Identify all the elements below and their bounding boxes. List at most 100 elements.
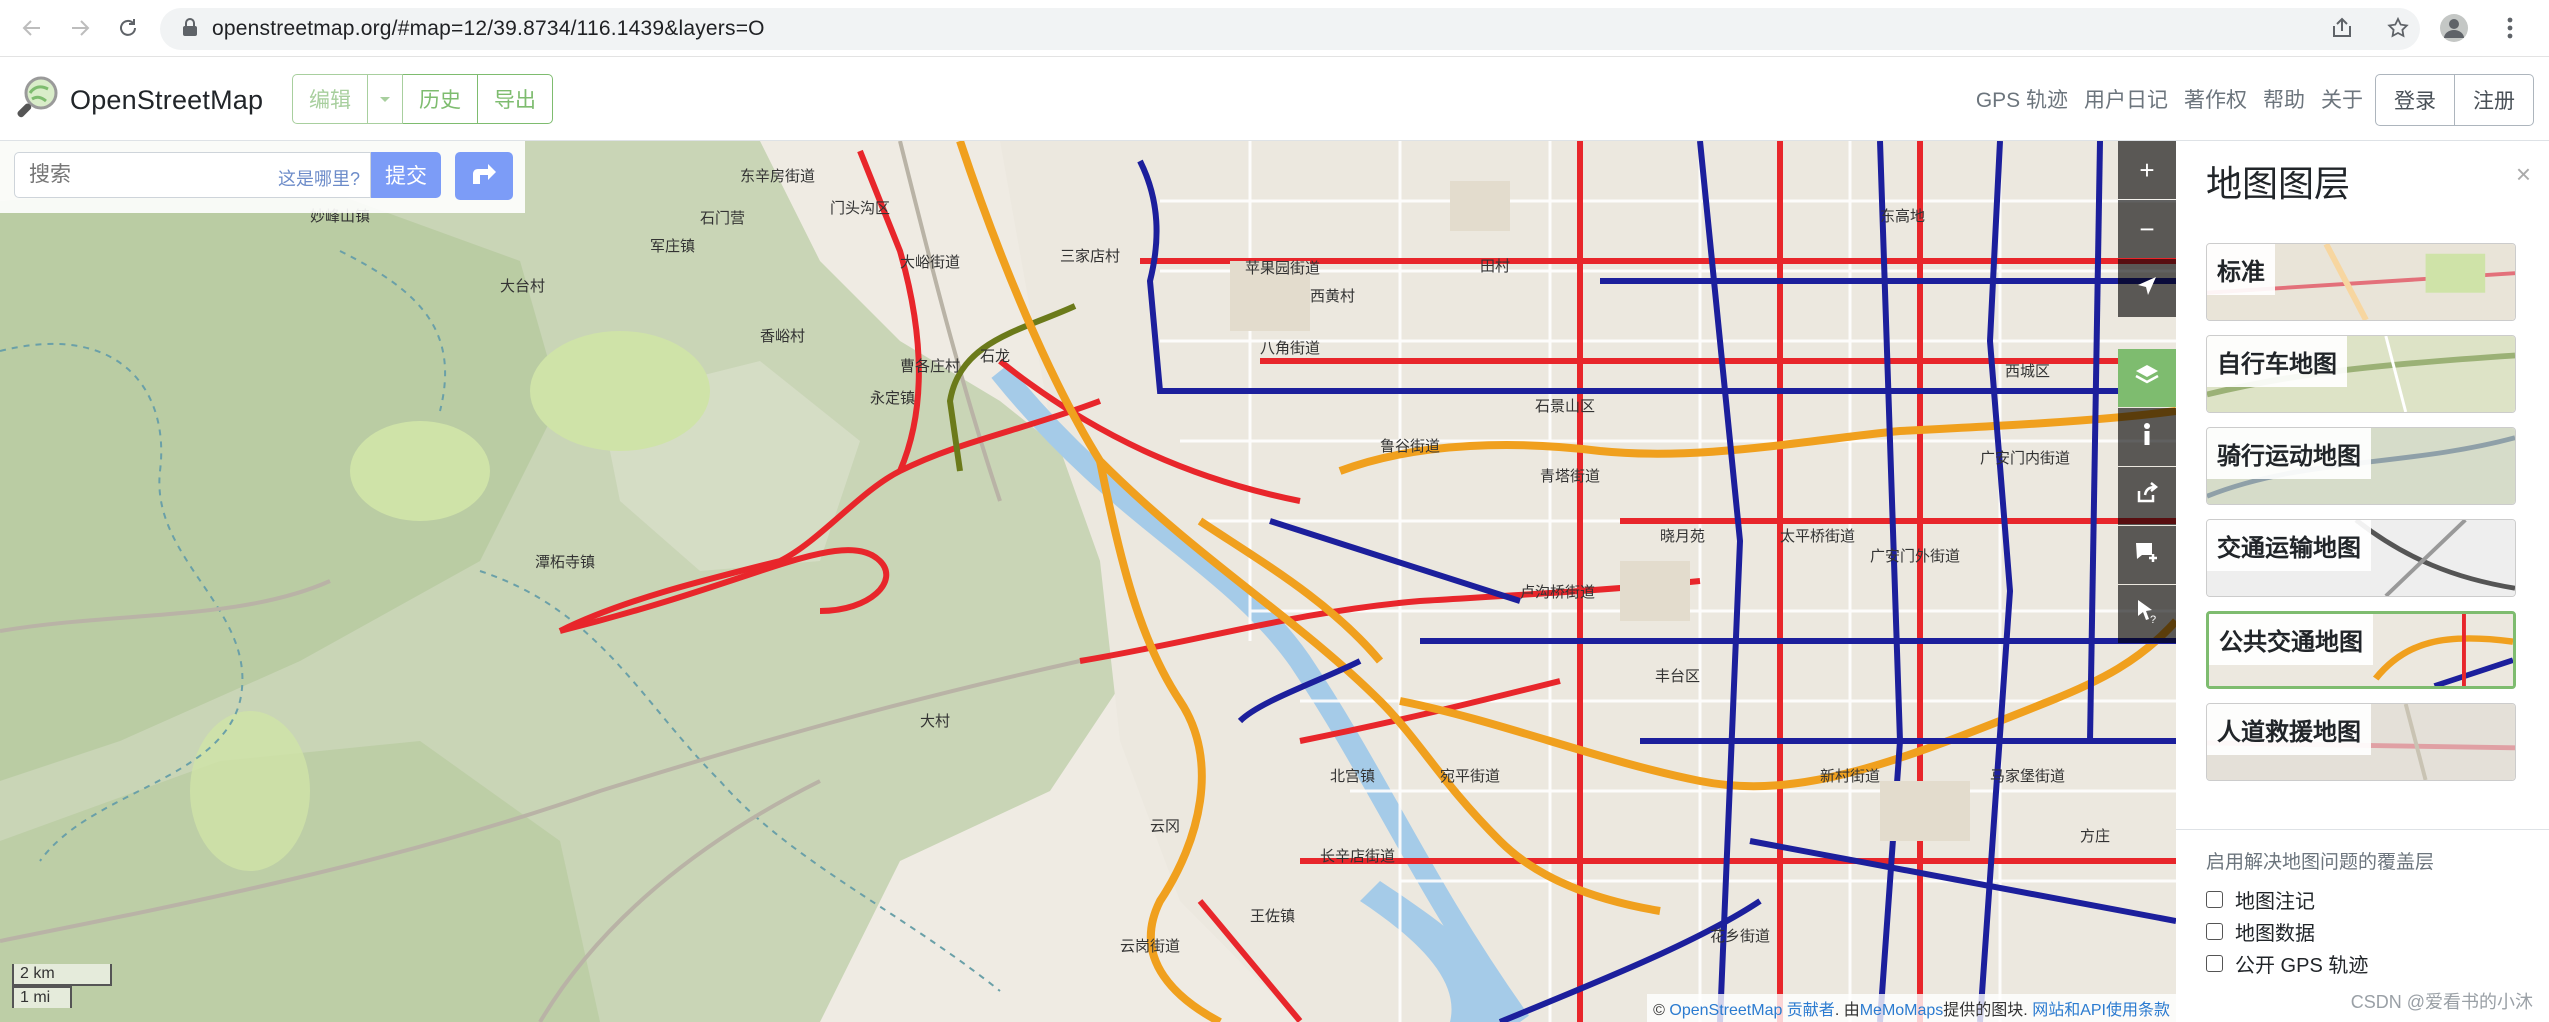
- close-icon[interactable]: ×: [2516, 159, 2531, 190]
- top-nav-links: GPS 轨迹 用户日记 著作权 帮助 关于: [1976, 84, 2363, 114]
- map-label: 石门营: [700, 210, 745, 227]
- attribution-prefix: ©: [1653, 1002, 1670, 1019]
- map-label: 西黄村: [1310, 288, 1355, 305]
- attribution-osm-link[interactable]: OpenStreetMap 贡献者: [1669, 1002, 1834, 1019]
- map-label: 门头沟区: [830, 200, 890, 217]
- locate-button[interactable]: [2118, 259, 2176, 317]
- map-label: 马家堡街道: [1990, 768, 2065, 785]
- map-label: 卢沟桥街道: [1520, 584, 1595, 601]
- map-label: 苹果园街道: [1245, 260, 1320, 277]
- export-button[interactable]: 导出: [478, 74, 553, 124]
- directions-button[interactable]: [455, 152, 513, 200]
- back-icon[interactable]: [12, 8, 52, 48]
- nav-link-gps-traces[interactable]: GPS 轨迹: [1976, 84, 2068, 114]
- checkbox-box[interactable]: [2206, 955, 2223, 972]
- login-button[interactable]: 登录: [2375, 74, 2455, 126]
- map-label: 军庄镇: [650, 237, 695, 255]
- layer-standard[interactable]: 标准: [2206, 243, 2516, 321]
- sidebar-title: 地图图层: [2206, 163, 2351, 204]
- nav-link-copyright[interactable]: 著作权: [2184, 84, 2247, 114]
- layer-label: 自行车地图: [2207, 336, 2347, 387]
- map-scale: 2 km 1 mi: [12, 964, 112, 1008]
- map-label: 潭柘寺镇: [535, 554, 595, 571]
- zoom-out-button[interactable]: −: [2118, 200, 2176, 258]
- brand-name: OpenStreetMap: [70, 85, 264, 115]
- map-label: 青塔街道: [1540, 468, 1600, 485]
- browser-toolbar: openstreetmap.org/#map=12/39.8734/116.14…: [0, 0, 2549, 57]
- map-label: 永定镇: [870, 390, 915, 407]
- map-label: 北宫镇: [1330, 768, 1375, 785]
- map-label: 宛平街道: [1440, 768, 1500, 785]
- map-label: 大台村: [500, 278, 545, 295]
- search-field-wrapper: 这是哪里?: [14, 152, 371, 198]
- overlay-map-data-checkbox[interactable]: 地图数据: [2206, 917, 2315, 946]
- comment-plus-icon: [2134, 540, 2160, 571]
- map-key-button[interactable]: [2118, 408, 2176, 466]
- search-input[interactable]: [15, 163, 265, 187]
- add-note-button[interactable]: [2118, 526, 2176, 584]
- map-label: 东辛房街道: [740, 168, 815, 185]
- map-label: 花乡街道: [1710, 928, 1770, 945]
- search-panel: 这是哪里? 提交: [0, 141, 525, 213]
- bookmark-star-icon[interactable]: [2379, 9, 2417, 47]
- browser-menu-icon[interactable]: [2491, 9, 2529, 47]
- layer-transport-map[interactable]: 交通运输地图: [2206, 519, 2516, 597]
- map-label: 新村街道: [1820, 768, 1880, 785]
- map-label: 田村: [1480, 258, 1510, 275]
- layer-label: 标准: [2207, 244, 2275, 295]
- map-label: 东高地: [1880, 208, 1925, 225]
- history-button[interactable]: 历史: [403, 74, 478, 124]
- share-map-button[interactable]: [2118, 467, 2176, 525]
- layer-humanitarian[interactable]: 人道救援地图: [2206, 703, 2516, 781]
- address-bar[interactable]: openstreetmap.org/#map=12/39.8734/116.14…: [160, 8, 2420, 50]
- overlay-gps-traces-checkbox[interactable]: 公开 GPS 轨迹: [2206, 949, 2368, 978]
- location-arrow-icon: [2136, 273, 2158, 304]
- plus-icon: +: [2139, 154, 2155, 185]
- edit-button[interactable]: 编辑: [292, 74, 368, 124]
- reload-icon[interactable]: [108, 8, 148, 48]
- layer-label: 人道救援地图: [2207, 704, 2371, 755]
- where-is-this-link[interactable]: 这是哪里?: [278, 165, 360, 191]
- map-label: 王佐镇: [1250, 908, 1295, 925]
- nav-link-user-diaries[interactable]: 用户日记: [2084, 84, 2168, 114]
- map-label: 三家店村: [1060, 248, 1120, 265]
- minus-icon: −: [2139, 213, 2155, 244]
- layers-button[interactable]: [2118, 349, 2176, 407]
- map-label: 石景山区: [1535, 398, 1595, 415]
- map-label: 晓月苑: [1660, 528, 1705, 545]
- layer-cycle-map[interactable]: 自行车地图: [2206, 335, 2516, 413]
- map-label: 大峪街道: [900, 254, 960, 271]
- attribution-tiles: 提供的图块.: [1943, 1002, 2033, 1019]
- zoom-in-button[interactable]: +: [2118, 141, 2176, 199]
- share-icon[interactable]: [2323, 9, 2361, 47]
- overlay-notes-checkbox[interactable]: 地图注记: [2206, 885, 2315, 914]
- checkbox-box[interactable]: [2206, 891, 2223, 908]
- watermark-text: CSDN @爱看书的小沐: [2350, 992, 2533, 1012]
- layer-public-transport[interactable]: 公共交通地图: [2206, 611, 2516, 689]
- map-label: 广安门外街道: [1870, 548, 1960, 565]
- edit-dropdown-button[interactable]: [368, 74, 403, 124]
- nav-link-help[interactable]: 帮助: [2263, 84, 2305, 114]
- map-label: 长辛店街道: [1320, 848, 1395, 865]
- map-attribution: © OpenStreetMap 贡献者. 由MeMoMaps提供的图块. 网站和…: [1647, 994, 2176, 1022]
- terms-link[interactable]: 网站和API使用条款: [2032, 1002, 2170, 1019]
- map-label: 云冈: [1150, 818, 1180, 835]
- signup-button[interactable]: 注册: [2455, 74, 2534, 126]
- forward-icon[interactable]: [60, 8, 100, 48]
- search-submit-button[interactable]: 提交: [371, 152, 441, 198]
- map-canvas[interactable]: 门头沟区 石景山区 丰台区 西城区 大峪街道 苹果园街道 八角街道 鲁谷街道 卢…: [0, 141, 2176, 1022]
- map-label: 曹各庄村: [900, 357, 960, 375]
- layers-sidebar: 地图图层 × 标准 自行车地图 骑行运动地图 交通运输地图 公共交通地图 人道救…: [2176, 141, 2549, 1022]
- map-label: 大村: [920, 713, 950, 730]
- query-features-button[interactable]: ?: [2118, 585, 2176, 643]
- profile-avatar-icon[interactable]: [2435, 9, 2473, 47]
- edit-history-export-group: 编辑 历史 导出: [292, 74, 553, 124]
- site-logo[interactable]: OpenStreetMap: [14, 75, 263, 126]
- layer-cycleosm[interactable]: 骑行运动地图: [2206, 427, 2516, 505]
- nav-link-about[interactable]: 关于: [2321, 84, 2363, 114]
- checkbox-box[interactable]: [2206, 923, 2223, 940]
- layer-label: 骑行运动地图: [2207, 428, 2371, 479]
- map-label: 八角街道: [1260, 340, 1320, 357]
- attribution-memomaps-link[interactable]: MeMoMaps: [1860, 1002, 1944, 1019]
- attribution-mid: . 由: [1834, 1002, 1860, 1019]
